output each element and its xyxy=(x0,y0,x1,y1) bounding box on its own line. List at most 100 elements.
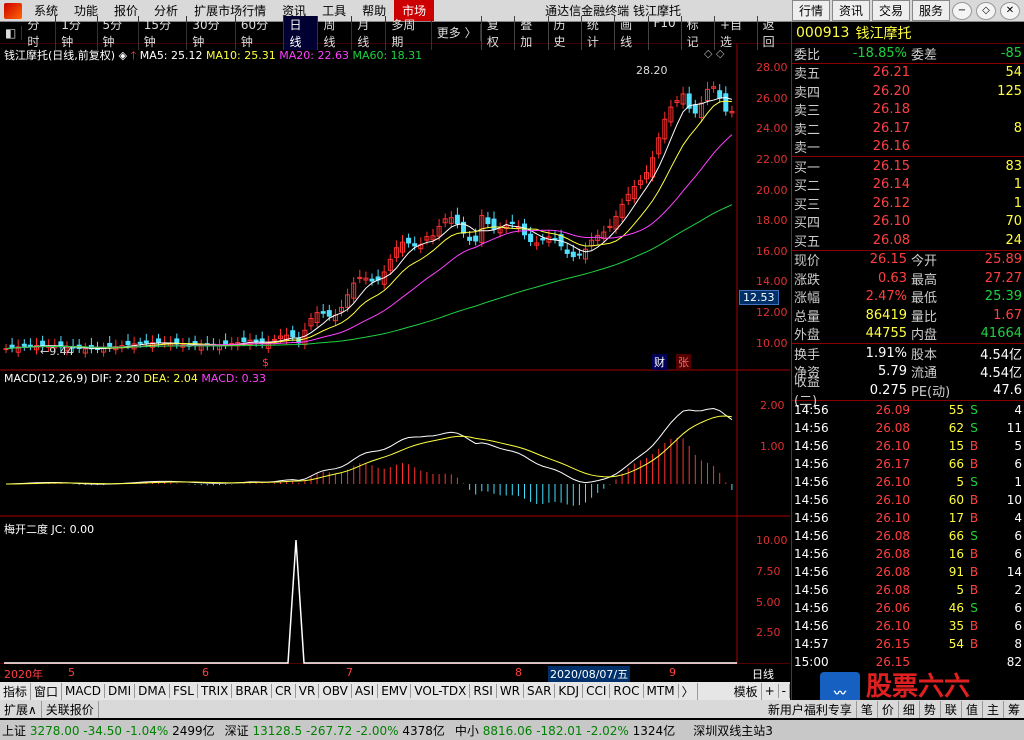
tick-row[interactable]: 14:56 26.08 66 S 6 xyxy=(792,527,1024,545)
tick-row[interactable]: 14:56 26.10 15 B 5 xyxy=(792,437,1024,455)
tab-add[interactable]: + xyxy=(762,684,779,698)
tick-side: B xyxy=(969,456,979,471)
tick-row[interactable]: 14:56 26.10 5 S 1 xyxy=(792,473,1024,491)
tab-rsi[interactable]: RSI xyxy=(470,684,497,698)
sell-level-5[interactable]: 卖五 26.21 54 xyxy=(792,64,1024,82)
tick-row[interactable]: 14:57 26.15 54 B 8 xyxy=(792,635,1024,653)
chart-area[interactable]: 钱江摩托(日线,前复权) ◈ 🡑 MA5: 25.12 MA10: 25.31 … xyxy=(0,44,790,682)
buy-level-4[interactable]: 买四 26.10 70 xyxy=(792,213,1024,231)
buy-level-5[interactable]: 买五 26.08 24 xyxy=(792,231,1024,250)
tab-cr[interactable]: CR xyxy=(272,684,296,698)
top-button-quote[interactable]: 行情 xyxy=(791,0,830,21)
tick-time: 14:56 xyxy=(794,546,829,561)
dea-line xyxy=(5,415,732,485)
dividend-marker[interactable]: $ xyxy=(262,356,269,369)
diamond-icon[interactable]: ◇ ◇ xyxy=(704,47,724,60)
ma10-label: MA10: 25.31 xyxy=(206,49,276,62)
tick-row[interactable]: 14:56 26.08 5 B 2 xyxy=(792,581,1024,599)
tab-mtm[interactable]: MTM xyxy=(644,684,679,698)
tab-more[interactable]: 〉 xyxy=(679,682,698,700)
detail-tab-7[interactable]: 筹 xyxy=(1002,700,1024,718)
fundamental-stats: 换手 1.91% 股本 4.54亿 净资 5.79 流通 4.54亿 收益(二) 0.275 PE(… xyxy=(792,344,1024,410)
candle-body xyxy=(491,218,497,230)
tab-obv[interactable]: OBV xyxy=(319,684,352,698)
tab-emv[interactable]: EMV xyxy=(378,684,412,698)
tab-cci[interactable]: CCI xyxy=(583,684,611,698)
tick-row[interactable]: 14:56 26.17 66 B 6 xyxy=(792,455,1024,473)
tick-row[interactable]: 14:56 26.08 16 B 6 xyxy=(792,545,1024,563)
tab-dmi[interactable]: DMI xyxy=(105,684,136,698)
legend-toggle-icon[interactable]: ◈ xyxy=(119,49,131,62)
period-collapse-icon[interactable]: ◧ xyxy=(0,25,23,40)
sell-level-1[interactable]: 卖一 26.16 xyxy=(792,138,1024,156)
expand-button[interactable]: 扩展∧ xyxy=(0,700,42,718)
limit-badge[interactable]: 张 xyxy=(676,354,691,370)
top-button-trade[interactable]: 交易 xyxy=(871,0,910,21)
tick-row[interactable]: 14:56 26.08 91 B 14 xyxy=(792,563,1024,581)
tick-list[interactable]: 14:56 26.09 55 S 4 14:56 26.08 62 S 11 14:56 26.10 1… xyxy=(792,401,1024,671)
tab-macd[interactable]: MACD xyxy=(62,684,106,698)
restore-icon[interactable]: ◇ xyxy=(976,1,996,20)
stat-label: 外盘 xyxy=(794,328,821,344)
dif-line xyxy=(5,408,733,485)
detail-tab-1[interactable]: 价 xyxy=(876,700,898,718)
tab-vol-tdx[interactable]: VOL-TDX xyxy=(411,684,471,698)
new-user-benefit-link[interactable]: 新用户福利专享 xyxy=(764,701,856,718)
sell-level-4-volume: 125 xyxy=(997,83,1022,99)
tick-row[interactable]: 14:56 26.06 46 S 6 xyxy=(792,599,1024,617)
tick-count: 4 xyxy=(1014,402,1022,417)
tab-window[interactable]: 窗口 xyxy=(31,682,63,700)
sell-level-4[interactable]: 卖四 26.20 125 xyxy=(792,82,1024,101)
kline-chart-svg[interactable] xyxy=(0,44,790,665)
tab-trix[interactable]: TRIX xyxy=(198,684,233,698)
detail-tab-3[interactable]: 势 xyxy=(918,700,940,718)
related-quote-button[interactable]: 关联报价 xyxy=(42,700,99,718)
detail-tab-6[interactable]: 主 xyxy=(981,700,1003,718)
tick-side: B xyxy=(969,636,979,651)
detail-tab-0[interactable]: 笔 xyxy=(855,700,877,718)
candle-body xyxy=(143,340,149,344)
tick-row[interactable]: 14:56 26.09 55 S 4 xyxy=(792,401,1024,419)
index-sh[interactable]: 上证 3278.00 -34.50 -1.04% 2499亿 xyxy=(2,722,215,739)
tab-roc[interactable]: ROC xyxy=(610,684,644,698)
tick-row[interactable]: 14:56 26.10 35 B 6 xyxy=(792,617,1024,635)
tick-row[interactable]: 14:56 26.08 62 S 11 xyxy=(792,419,1024,437)
tick-row[interactable]: 14:56 26.10 60 B 10 xyxy=(792,491,1024,509)
close-icon[interactable]: ✕ xyxy=(1000,1,1020,20)
index-zx[interactable]: 中小 8816.06 -182.01 -2.02% 1324亿 xyxy=(455,722,675,739)
tab-wr[interactable]: WR xyxy=(497,684,525,698)
tab-vr[interactable]: VR xyxy=(296,684,320,698)
tab-fsl[interactable]: FSL xyxy=(170,684,198,698)
sell-level-2[interactable]: 卖二 26.17 8 xyxy=(792,119,1024,138)
tick-row[interactable]: 14:56 26.10 17 B 4 xyxy=(792,509,1024,527)
top-button-news[interactable]: 资讯 xyxy=(831,0,870,21)
minimize-icon[interactable]: − xyxy=(952,1,972,20)
detail-tab-4[interactable]: 联 xyxy=(939,700,961,718)
server-name[interactable]: 深圳双线主站3 xyxy=(693,722,773,739)
tab-kdj[interactable]: KDJ xyxy=(555,684,584,698)
tick-side: B xyxy=(969,510,979,525)
tab-sar[interactable]: SAR xyxy=(524,684,556,698)
detail-tab-5[interactable]: 值 xyxy=(960,700,982,718)
candle-body xyxy=(467,236,473,241)
detail-tab-2[interactable]: 细 xyxy=(897,700,919,718)
index-sz[interactable]: 深证 13128.5 -267.72 -2.00% 4378亿 xyxy=(225,722,445,739)
finance-badge[interactable]: 财 xyxy=(652,354,667,370)
tab-remove[interactable]: - xyxy=(779,684,790,698)
top-button-service[interactable]: 服务 xyxy=(911,0,950,21)
period-tab-more[interactable]: 更多 〉 xyxy=(432,24,481,41)
buy-level-1[interactable]: 买一 26.15 83 xyxy=(792,157,1024,176)
indicator-tabs: 指标 窗口 MACD DMI DMA FSL TRIX BRAR CR VR O… xyxy=(0,682,790,700)
tab-asi[interactable]: ASI xyxy=(352,684,379,698)
buy-level-2[interactable]: 买二 26.14 1 xyxy=(792,176,1024,194)
tab-indicator[interactable]: 指标 xyxy=(0,682,32,700)
tick-row[interactable]: 15:00 26.15 82 xyxy=(792,653,1024,671)
buy-level-3[interactable]: 买三 26.12 1 xyxy=(792,194,1024,213)
tab-template[interactable]: 模板 xyxy=(731,682,762,700)
stock-name: 钱江摩托 xyxy=(855,25,912,42)
tab-brar[interactable]: BRAR xyxy=(232,684,273,698)
sh-change: -34.50 xyxy=(83,723,122,738)
fund-value: 0.275 xyxy=(869,382,907,398)
tab-dma[interactable]: DMA xyxy=(135,684,170,698)
sell-level-3[interactable]: 卖三 26.18 xyxy=(792,101,1024,119)
